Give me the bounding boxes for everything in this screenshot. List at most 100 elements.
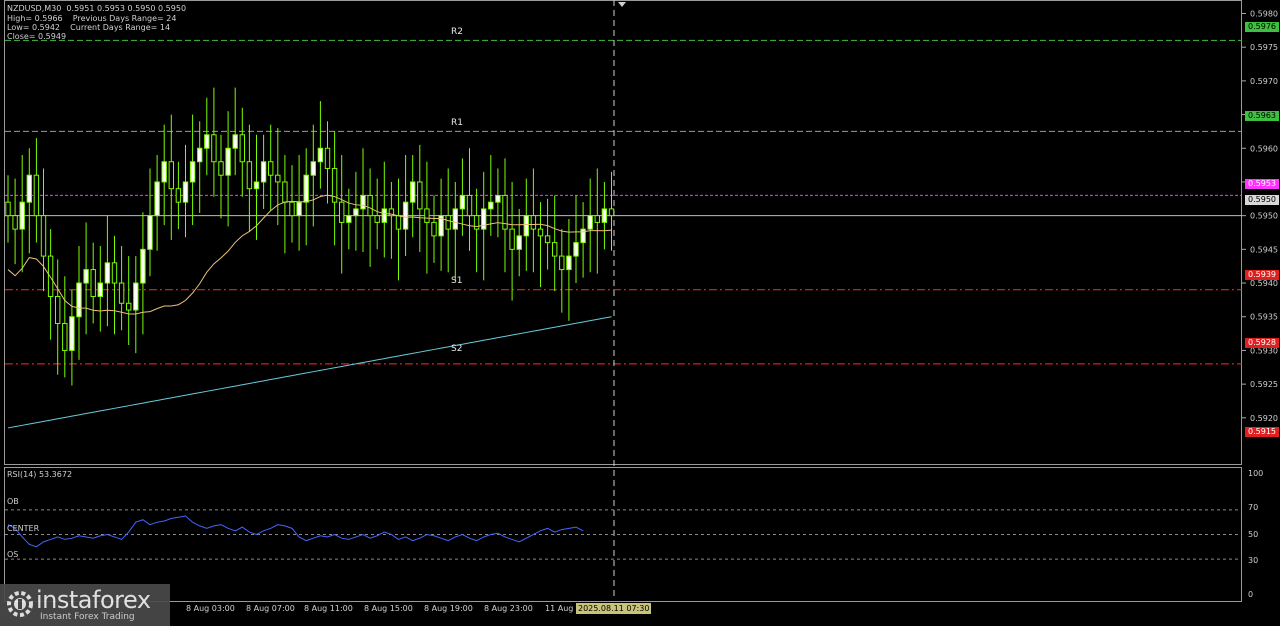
candle-body-17 [126,302,132,311]
candle-body-31 [225,147,231,176]
candle-body-44 [317,147,324,163]
candle-body-13 [97,282,103,298]
x-label-0: 8 Aug 03:00 [186,604,235,613]
s2-price-tag: 0.5928 [1245,338,1279,348]
candle-body-6 [47,255,54,298]
candle-body-57 [410,181,416,203]
rsi-center-label: CENTER [7,524,40,533]
instaforex-logo: instaforex Instant Forex Trading [0,584,170,626]
candle-body-40 [289,201,295,217]
candle-body-22 [161,161,167,183]
x-label-5: 8 Aug 23:00 [484,604,533,613]
candle-body-50 [360,194,366,210]
candle-body-52 [374,215,380,223]
candle-body-11 [83,269,89,284]
ma-slow-line [7,316,612,429]
candle-body-39 [282,181,288,203]
r2-price-tag: 0.5976 [1245,22,1279,32]
candle-body-48 [346,215,352,223]
candle-body-30 [218,161,224,176]
s2-label: S2 [451,344,463,354]
candle-body-77 [552,242,558,257]
crosshair-time-label: 2025.08.11 07:30 [576,603,652,614]
low-info: Low= 0.5942 Current Days Range= 14 [7,23,171,32]
candle-body-82 [587,215,593,230]
candle-body-75 [537,228,544,237]
candle-body-59 [424,208,430,223]
y-tick-label-6: 0.5950 [1250,212,1278,221]
candle-body-41 [296,201,302,217]
candle-body-79 [566,255,572,271]
x-label-3: 8 Aug 15:00 [364,604,413,613]
candle-body-10 [76,282,82,318]
candle-body-34 [246,161,253,190]
candle-body-80 [573,242,579,257]
candle-body-21 [154,181,160,217]
candle-body-64 [459,194,466,210]
candle-body-33 [239,134,246,163]
candle-body-26 [189,161,196,183]
candle-body-35 [253,181,260,190]
candle-body-25 [182,181,189,203]
y-tick-label-8: 0.5940 [1250,279,1278,288]
candle-body-76 [544,235,551,244]
candle-body-16 [118,282,125,304]
candle-body-67 [481,208,487,230]
y-tick-label-1: 0.5975 [1250,43,1278,52]
r1-price-tag: 0.5963 [1245,111,1279,121]
candle-body-20 [147,215,153,250]
candle-body-32 [232,134,238,149]
candle-body-85 [608,208,615,217]
candle-body-49 [353,208,359,217]
candle-body-66 [473,215,480,230]
candle-body-83 [594,215,600,223]
pivot-price-tag: 0.5953 [1245,179,1279,189]
current-price-tag: 0.5950 [1245,195,1279,205]
candle-body-23 [168,161,175,190]
candle-body-0 [5,201,11,217]
candle-body-15 [111,262,118,284]
rsi-axis-50: 50 [1248,530,1259,539]
candle-body-65 [466,194,473,217]
rsi-title: RSI(14) 53.3672 [7,470,73,479]
s1-price-tag: 0.5939 [1245,270,1279,280]
y-tick-label-9: 0.5935 [1250,313,1278,322]
candle-body-72 [516,235,522,250]
r1-label: R1 [451,118,463,128]
rsi-axis-70: 70 [1248,503,1259,512]
rsi-axis-100: 100 [1248,469,1264,478]
candle-body-53 [381,208,388,223]
x-label-4: 8 Aug 19:00 [424,604,473,613]
candle-body-55 [395,215,402,230]
candle-body-4 [33,174,40,217]
candle-body-45 [324,147,331,169]
candle-body-42 [303,174,309,203]
candle-body-5 [40,215,47,257]
candle-body-29 [211,134,217,163]
candle-body-36 [260,161,267,183]
chart-canvas: 0.59800.59750.59700.59650.59600.59550.59… [5,0,1278,600]
candle-body-84 [601,208,608,223]
candle-body-24 [175,188,182,203]
y-tick-label-4: 0.5960 [1250,144,1278,153]
candle-body-2 [19,201,25,230]
chart-shift-marker [618,2,626,7]
candle-body-47 [339,201,345,223]
x-label-6: 11 Aug [545,604,574,613]
candle-body-12 [90,269,96,298]
candle-body-19 [140,248,146,284]
candle-body-18 [133,282,139,311]
candle-body-14 [104,262,111,284]
rsi-os-label: OS [7,550,19,559]
r2-label: R2 [451,27,463,37]
candle-body-62 [445,215,451,230]
candle-body-74 [530,215,537,230]
gear-logo-icon [7,591,33,617]
logo-tagline: Instant Forex Trading [40,612,135,622]
x-label-2: 8 Aug 11:00 [304,604,353,613]
close-info: Close= 0.5949 [7,32,67,41]
rsi-line [7,515,584,548]
candle-body-56 [402,201,409,230]
candle-body-38 [275,174,281,183]
candle-body-69 [495,194,501,203]
